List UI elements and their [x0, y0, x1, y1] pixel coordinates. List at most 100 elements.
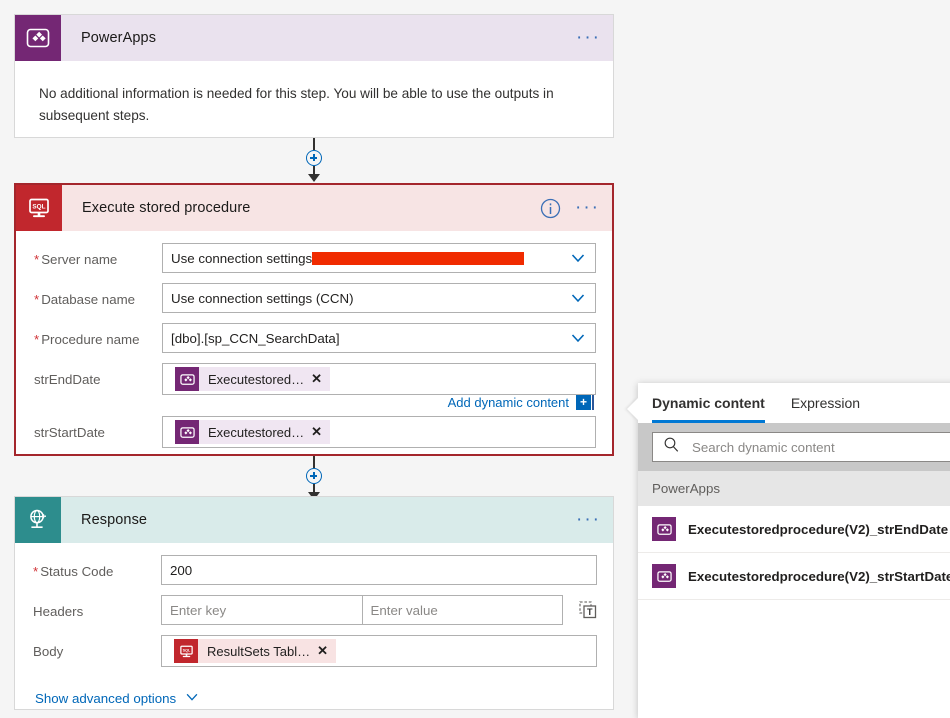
- sql-header-actions: ···: [540, 185, 600, 231]
- powerapps-icon: [175, 367, 199, 391]
- chevron-down-icon[interactable]: [569, 324, 587, 352]
- svg-text:T: T: [587, 607, 593, 617]
- header-key-input[interactable]: Enter key: [161, 595, 363, 625]
- search-icon: [663, 436, 680, 458]
- database-name-dropdown[interactable]: Use connection settings (CCN): [162, 283, 596, 313]
- response-globe-icon: [15, 497, 61, 543]
- headers-key-value-group: Enter key Enter value: [161, 595, 563, 625]
- dynamic-content-group-header: PowerApps: [638, 471, 950, 506]
- powerapps-trigger-card[interactable]: PowerApps ··· No additional information …: [14, 14, 614, 138]
- response-form-area: * Status Code 200 Headers Enter key Enter…: [15, 543, 613, 708]
- show-advanced-options-button[interactable]: Show advanced options: [15, 677, 613, 708]
- sql-server-icon: SQL: [16, 185, 62, 231]
- result-sets-token-chip[interactable]: SQL ResultSets Tabl… ✕: [174, 639, 336, 663]
- status-code-input[interactable]: 200: [161, 555, 597, 585]
- dynamic-token-chip[interactable]: Executestored… ✕: [175, 367, 331, 391]
- tab-expression[interactable]: Expression: [791, 383, 860, 423]
- response-card-title: Response: [81, 512, 148, 528]
- execute-stored-procedure-card[interactable]: SQL Execute stored procedure ··· * Server…: [14, 183, 614, 456]
- required-asterisk: *: [33, 564, 39, 579]
- connector-arrowhead: [307, 174, 320, 182]
- connector-sql-to-response: [306, 456, 322, 501]
- response-more-menu-button[interactable]: ···: [576, 510, 601, 529]
- tab-dynamic-content[interactable]: Dynamic content: [652, 383, 765, 423]
- powerapps-icon: [652, 517, 676, 541]
- remove-token-icon[interactable]: ✕: [311, 371, 330, 387]
- label-body: Body: [33, 644, 64, 659]
- add-dynamic-content-plus-icon[interactable]: +: [576, 395, 591, 410]
- header-value-input[interactable]: Enter value: [362, 595, 563, 625]
- sql-form-area: * Server name Use connection settings * Da…: [16, 231, 612, 448]
- insert-step-button-1[interactable]: [306, 150, 322, 166]
- header-key-placeholder: Enter key: [170, 602, 227, 618]
- form-row-str-end-date: strEndDate Executestored… ✕: [16, 363, 612, 395]
- form-row-headers: Headers Enter key Enter value T: [15, 595, 613, 625]
- info-icon[interactable]: [540, 198, 561, 219]
- remove-token-icon[interactable]: ✕: [311, 424, 330, 440]
- required-asterisk: *: [34, 332, 40, 347]
- remove-token-icon[interactable]: ✕: [317, 643, 336, 659]
- search-placeholder: Search dynamic content: [692, 439, 835, 455]
- form-row-status-code: * Status Code 200: [15, 555, 613, 585]
- panel-pointer-arrow: [627, 398, 638, 420]
- dynamic-content-item-label: Executestoredprocedure(V2)_strEndDate: [688, 521, 949, 537]
- dynamic-content-panel[interactable]: Dynamic content Expression Search dynami…: [627, 383, 950, 718]
- sql-more-menu-button[interactable]: ···: [575, 198, 600, 217]
- add-dynamic-content-link[interactable]: Add dynamic content: [448, 395, 569, 410]
- connector-powerapps-to-sql: [306, 138, 322, 183]
- dynamic-token-label: Executestored…: [208, 371, 305, 387]
- chevron-down-icon: [184, 689, 200, 708]
- server-name-value: Use connection settings: [171, 250, 313, 266]
- chevron-down-icon[interactable]: [569, 244, 587, 272]
- sql-card-header[interactable]: SQL Execute stored procedure ···: [16, 185, 612, 231]
- dynamic-content-search-area: Search dynamic content: [638, 423, 950, 471]
- dynamic-content-item-strenddate[interactable]: Executestoredprocedure(V2)_strEndDate: [638, 506, 950, 553]
- powerapps-icon: [15, 15, 61, 61]
- insert-step-button-2[interactable]: [306, 468, 322, 484]
- response-action-card[interactable]: Response ··· * Status Code 200 Headers En…: [14, 496, 614, 710]
- dynamic-token-label: Executestored…: [208, 424, 305, 440]
- form-row-body: Body SQL ResultSets Tabl… ✕: [15, 635, 613, 667]
- str-end-date-input[interactable]: Executestored… ✕: [162, 363, 596, 395]
- powerapps-icon: [652, 564, 676, 588]
- powerapps-header-actions: ···: [576, 15, 601, 61]
- response-card-header[interactable]: Response ···: [15, 497, 613, 543]
- powerapps-more-menu-button[interactable]: ···: [576, 28, 601, 47]
- required-asterisk: *: [34, 292, 40, 307]
- connector-line-top: [313, 456, 315, 468]
- label-str-end-date: strEndDate: [34, 372, 101, 387]
- server-name-dropdown[interactable]: Use connection settings: [162, 243, 596, 273]
- powerapps-card-header[interactable]: PowerApps ···: [15, 15, 613, 61]
- str-start-date-input[interactable]: Executestored… ✕: [162, 416, 596, 448]
- server-name-redaction: [312, 251, 525, 265]
- chevron-down-icon[interactable]: [569, 284, 587, 312]
- label-headers: Headers: [33, 604, 84, 619]
- form-row-database-name: * Database name Use connection settings (…: [16, 283, 612, 313]
- label-server-name: * Server name: [34, 252, 118, 267]
- search-dynamic-content-input[interactable]: Search dynamic content: [652, 432, 950, 462]
- body-input[interactable]: SQL ResultSets Tabl… ✕: [161, 635, 597, 667]
- text-caret: [592, 395, 594, 410]
- procedure-name-dropdown[interactable]: [dbo].[sp_CCN_SearchData]: [162, 323, 596, 353]
- dynamic-token-chip[interactable]: Executestored… ✕: [175, 420, 331, 444]
- connector-line-top: [313, 138, 315, 150]
- dynamic-content-item-strstartdate[interactable]: Executestoredprocedure(V2)_strStartDate: [638, 553, 950, 600]
- dynamic-content-item-label: Executestoredprocedure(V2)_strStartDate: [688, 568, 950, 584]
- form-row-procedure-name: * Procedure name [dbo].[sp_CCN_SearchData…: [16, 323, 612, 353]
- database-name-value: Use connection settings (CCN): [171, 290, 354, 306]
- label-database-name: * Database name: [34, 292, 136, 307]
- procedure-name-value: [dbo].[sp_CCN_SearchData]: [171, 330, 340, 346]
- switch-to-text-input-icon[interactable]: T: [573, 595, 603, 625]
- response-header-actions: ···: [576, 497, 601, 543]
- powerapps-card-title: PowerApps: [81, 30, 157, 46]
- show-advanced-options-label: Show advanced options: [35, 691, 177, 706]
- svg-text:SQL: SQL: [32, 203, 45, 210]
- sql-card-title: Execute stored procedure: [82, 200, 251, 216]
- required-asterisk: *: [34, 252, 40, 267]
- label-status-code: * Status Code: [33, 564, 114, 579]
- add-dynamic-content-row: Add dynamic content +: [16, 395, 612, 410]
- status-code-value: 200: [170, 562, 193, 578]
- svg-text:SQL: SQL: [182, 648, 190, 652]
- sql-server-icon: SQL: [174, 639, 198, 663]
- powerapps-card-body-text: No additional information is needed for …: [39, 86, 554, 123]
